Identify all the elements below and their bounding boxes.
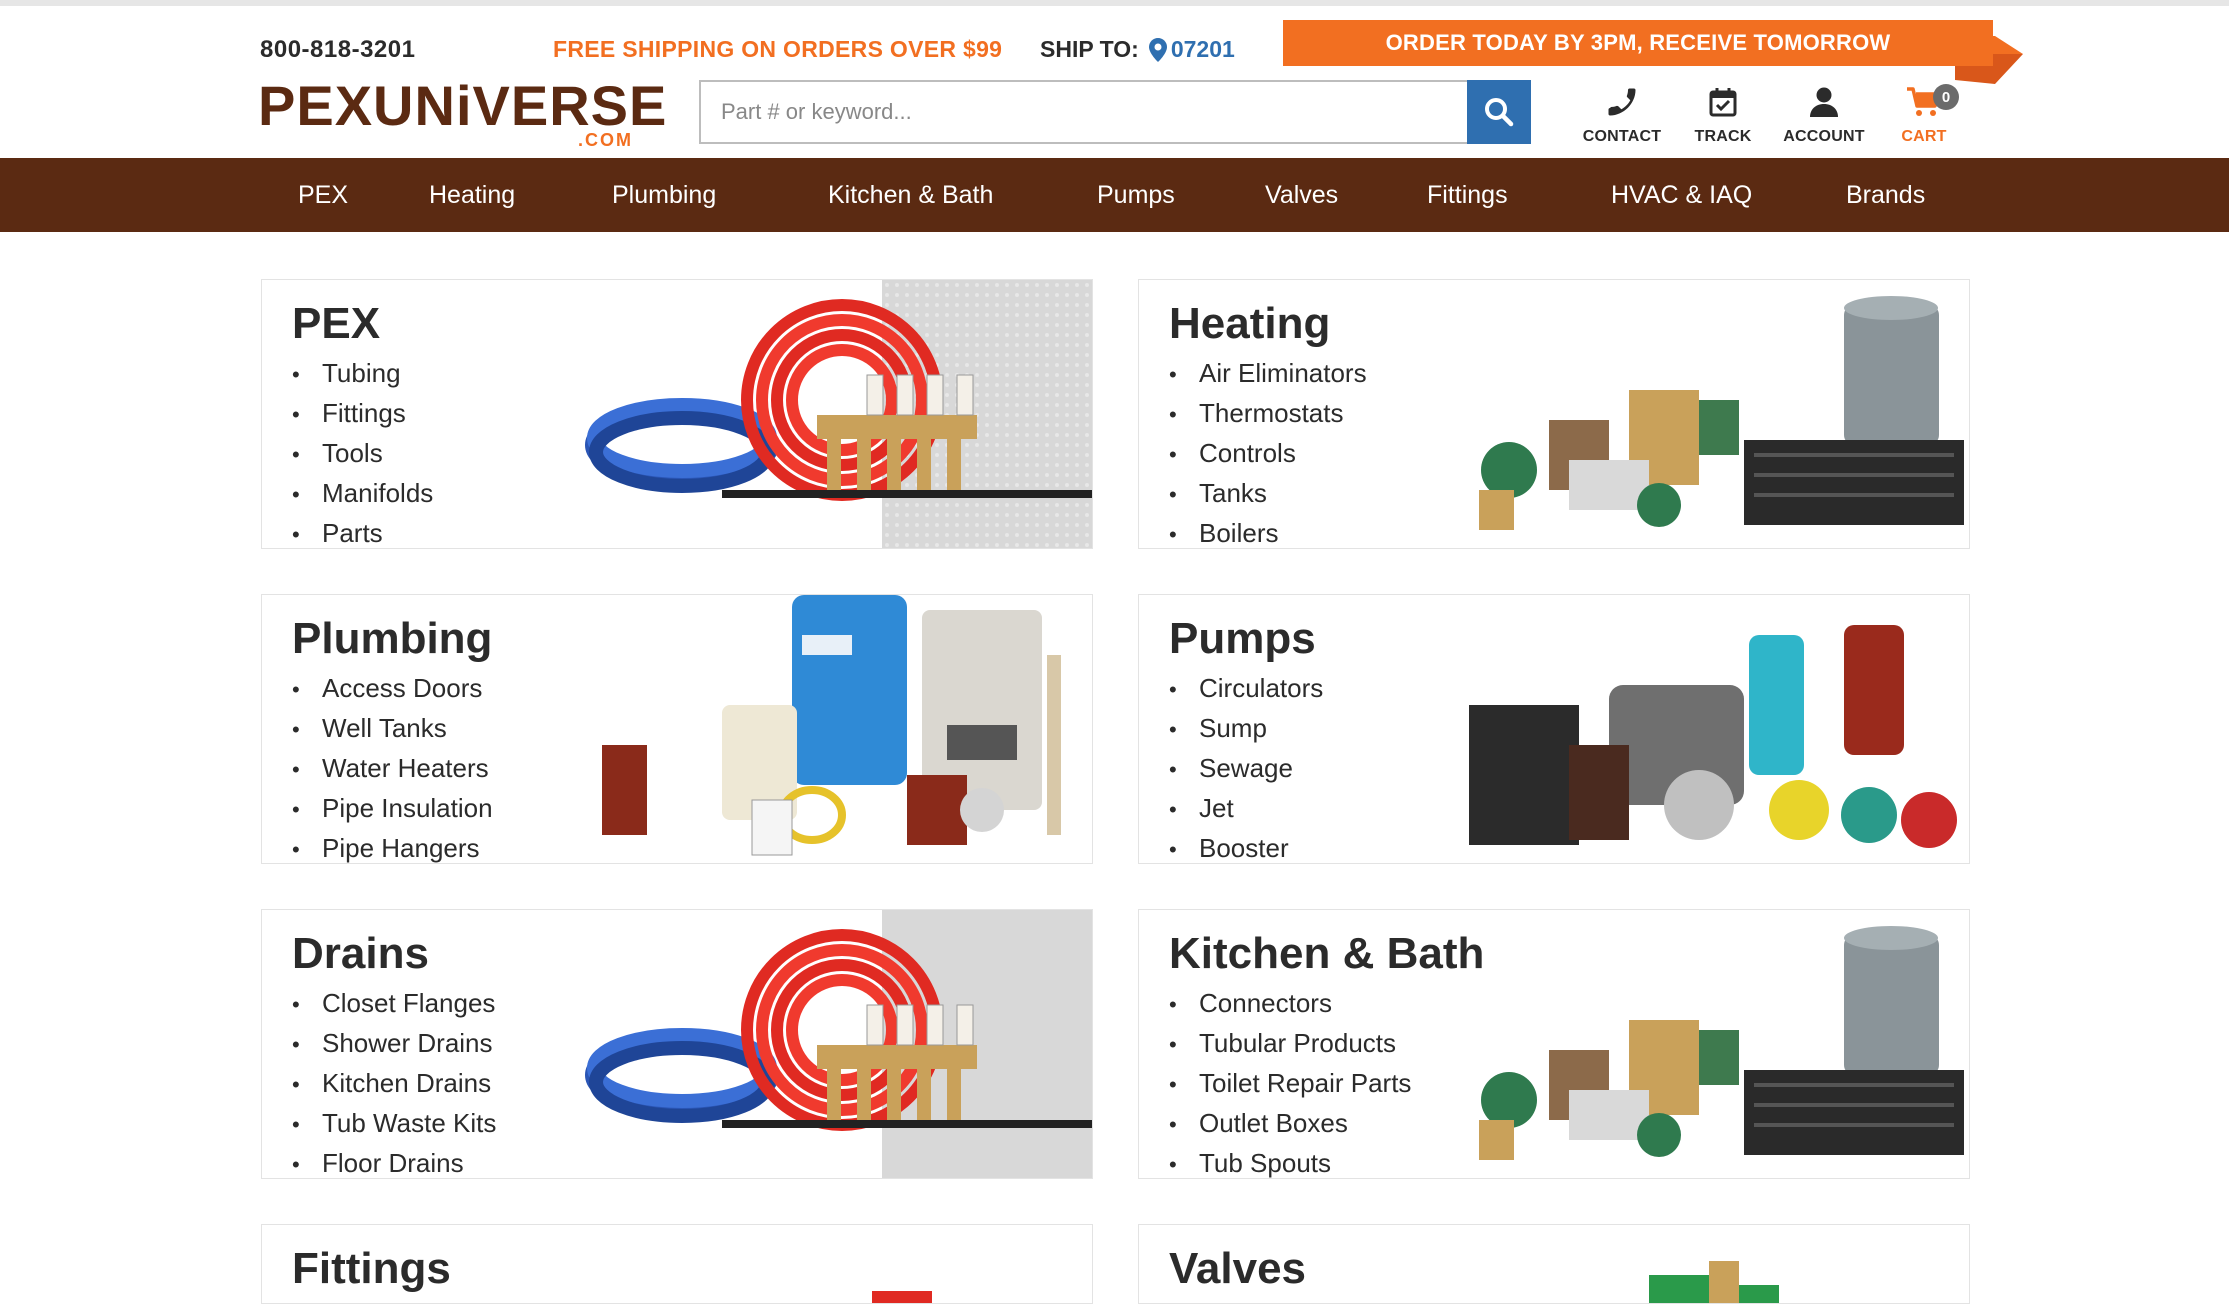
category-link[interactable]: Boilers [1169,514,1367,548]
category-link[interactable]: Access Doors [292,669,493,709]
search-box [699,80,1531,144]
order-deadline-banner[interactable]: ORDER TODAY BY 3PM, RECEIVE TOMORROW [1283,20,1993,66]
category-link[interactable]: Water Heaters [292,749,493,789]
nav-pumps[interactable]: Pumps [1097,158,1175,232]
category-title[interactable]: Valves [1169,1237,1306,1301]
category-card-valves[interactable]: Valves [1138,1224,1970,1304]
category-link[interactable]: Kitchen Drains [292,1064,496,1104]
free-shipping-notice[interactable]: FREE SHIPPING ON ORDERS OVER $99 [553,36,1002,63]
logo-wordmark: PEXUNiVERSE [258,74,668,137]
fittings-image [872,1291,932,1303]
category-link[interactable]: Outlet Boxes [1169,1104,1411,1144]
contact-link[interactable]: CONTACT [1574,86,1670,146]
main-nav: PEX Heating Plumbing Kitchen & Bath Pump… [0,158,2229,232]
category-links: Circulators Sump Sewage Jet Booster [1169,669,1323,863]
category-link[interactable]: Tubular Products [1169,1024,1411,1064]
nav-pex[interactable]: PEX [298,158,348,232]
category-card-drains[interactable]: Drains Closet Flanges Shower Drains Kitc… [261,909,1093,1179]
category-link[interactable]: Well Tanks [292,709,493,749]
category-link[interactable]: Toilet Repair Parts [1169,1064,1411,1104]
category-link[interactable]: Sewage [1169,749,1323,789]
pex-tubing-image [585,280,1092,548]
phone-icon [1608,88,1636,116]
account-link[interactable]: ACCOUNT [1776,86,1872,146]
nav-brands[interactable]: Brands [1846,158,1925,232]
site-logo[interactable]: PEXUNiVERSE .COM [258,74,668,154]
category-card-plumbing[interactable]: Plumbing Access Doors Well Tanks Water H… [261,594,1093,864]
user-icon [1810,87,1838,117]
category-link[interactable]: Fittings [292,394,433,434]
category-link[interactable]: Pipe Hangers [292,829,493,863]
location-pin-icon [1148,37,1167,62]
category-card-kitchen-bath[interactable]: Kitchen & Bath Connectors Tubular Produc… [1138,909,1970,1179]
phone-number[interactable]: 800-818-3201 [260,36,415,64]
account-label: ACCOUNT [1783,128,1865,145]
heating-products-image [1479,296,1964,530]
category-link[interactable]: Thermostats [1169,394,1367,434]
ship-to-zip[interactable]: 07201 [1148,36,1235,63]
category-link[interactable]: Booster [1169,829,1323,863]
plumbing-products-image [602,595,1061,856]
category-link[interactable]: Parts [292,514,433,548]
category-link[interactable]: Floor Drains [292,1144,496,1178]
category-link[interactable]: Jet [1169,789,1323,829]
category-links: Connectors Tubular Products Toilet Repai… [1169,984,1411,1178]
category-link[interactable]: Manifolds [292,474,433,514]
category-links: Air Eliminators Thermostats Controls Tan… [1169,354,1367,548]
category-link[interactable]: Tub Spouts [1169,1144,1411,1178]
category-title[interactable]: Fittings [292,1237,451,1301]
logo-suffix: .COM [578,130,633,150]
category-title[interactable]: PEX [292,292,380,356]
track-link[interactable]: TRACK [1675,86,1771,146]
category-links: Access Doors Well Tanks Water Heaters Pi… [292,669,493,863]
category-links: Closet Flanges Shower Drains Kitchen Dra… [292,984,496,1178]
category-link[interactable]: Tools [292,434,433,474]
cart-count-badge: 0 [1933,84,1959,110]
category-link[interactable]: Closet Flanges [292,984,496,1024]
category-link[interactable]: Sump [1169,709,1323,749]
category-link[interactable]: Pipe Insulation [292,789,493,829]
valves-image [1649,1261,1779,1303]
site-header: 800-818-3201 FREE SHIPPING ON ORDERS OVE… [0,6,2229,156]
category-link[interactable]: Tanks [1169,474,1367,514]
track-label: TRACK [1694,128,1752,145]
category-title[interactable]: Drains [292,922,429,986]
nav-plumbing[interactable]: Plumbing [612,158,716,232]
contact-label: CONTACT [1582,128,1662,145]
nav-fittings[interactable]: Fittings [1427,158,1508,232]
category-link[interactable]: Connectors [1169,984,1411,1024]
search-button[interactable] [1467,80,1531,144]
category-card-pex[interactable]: PEX Tubing Fittings Tools Manifolds Part… [261,279,1093,549]
heating-products-image [1479,926,1964,1160]
cart-link[interactable]: 0 CART [1876,84,1972,146]
category-title[interactable]: Heating [1169,292,1330,356]
category-link[interactable]: Circulators [1169,669,1323,709]
search-input[interactable] [701,82,1469,142]
nav-valves[interactable]: Valves [1265,158,1338,232]
nav-kitchen-bath[interactable]: Kitchen & Bath [828,158,993,232]
category-card-pumps[interactable]: Pumps Circulators Sump Sewage Jet Booste… [1138,594,1970,864]
cart-label: CART [1901,128,1947,145]
pex-tubing-image [585,910,1092,1178]
category-title[interactable]: Kitchen & Bath [1169,922,1484,986]
category-title[interactable]: Plumbing [292,607,492,671]
ship-to[interactable]: SHIP TO: 07201 [1040,36,1235,63]
category-links: Tubing Fittings Tools Manifolds Parts [292,354,433,548]
nav-hvac-iaq[interactable]: HVAC & IAQ [1611,158,1752,232]
nav-heating[interactable]: Heating [429,158,515,232]
category-link[interactable]: Tubing [292,354,433,394]
category-link[interactable]: Air Eliminators [1169,354,1367,394]
category-card-heating[interactable]: Heating Air Eliminators Thermostats Cont… [1138,279,1970,549]
pumps-image [1469,625,1957,848]
category-link[interactable]: Tub Waste Kits [292,1104,496,1144]
search-icon [1485,98,1514,127]
category-link[interactable]: Controls [1169,434,1367,474]
zip-code: 07201 [1170,36,1235,62]
calendar-check-icon [1709,88,1737,117]
category-card-fittings[interactable]: Fittings [261,1224,1093,1304]
ship-to-label: SHIP TO: [1040,36,1139,62]
category-title[interactable]: Pumps [1169,607,1316,671]
category-link[interactable]: Shower Drains [292,1024,496,1064]
